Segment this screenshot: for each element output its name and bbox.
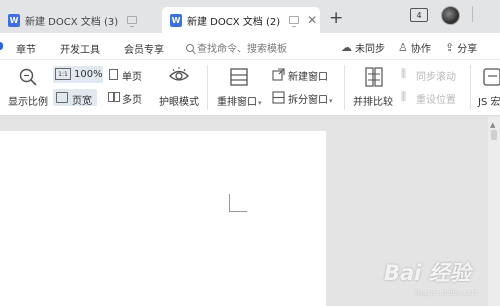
search-icon: [186, 43, 194, 52]
zoom-100-label: 100%: [74, 69, 103, 80]
tab-title: 新建 DOCX 文档 (3): [25, 16, 119, 28]
menu-item-chapter[interactable]: 章节: [16, 41, 36, 56]
margin-corner-marker: [229, 194, 247, 212]
user-icon: ♙: [398, 41, 408, 54]
scroll-up-icon[interactable]: ▲: [490, 121, 495, 129]
multi-page-label: 多页: [122, 95, 142, 106]
command-search[interactable]: 查找命令、搜索模板: [186, 40, 287, 55]
eye-icon: [169, 67, 189, 81]
docx-file-icon: W: [8, 13, 20, 27]
sync-status-label: 未同步: [355, 44, 385, 55]
reset-position-icon: ⫼: [401, 90, 407, 103]
document-page[interactable]: [0, 131, 326, 306]
sync-status-button[interactable]: ☁ 未同步: [341, 40, 385, 55]
show-scale-label: 显示比例: [8, 97, 48, 108]
sync-scroll-label: 同步滚动: [416, 72, 456, 83]
ratio-icon: 1:1: [55, 68, 71, 80]
single-page-icon: [109, 69, 118, 80]
page-width-icon: [56, 92, 68, 103]
share-icon: ⇪: [445, 41, 455, 54]
divider: [207, 65, 208, 110]
tab-title: 新建 DOCX 文档 (2): [187, 16, 281, 28]
watermark-url: jingyan.baidu.com: [414, 289, 479, 297]
js-macro-label: JS 宏: [478, 97, 500, 108]
zoom-100-button[interactable]: 1:1 100%: [53, 66, 103, 83]
menu-indicator: [0, 42, 3, 50]
magnifier-icon: [19, 68, 37, 86]
search-placeholder: 查找命令、搜索模板: [197, 44, 287, 55]
watermark: Bai 经验: [384, 261, 471, 285]
tab-document-2[interactable]: W 新建 DOCX 文档 (2) ✕: [162, 7, 320, 33]
compare-icon: [365, 67, 383, 87]
window-count-badge[interactable]: 4: [410, 8, 428, 22]
divider: [470, 65, 471, 110]
collaborate-label: 协作: [410, 44, 431, 55]
macro-icon: [483, 68, 500, 86]
single-page-label: 单页: [122, 72, 142, 83]
vertical-scrollbar[interactable]: ▲: [488, 117, 500, 306]
rearrange-window-label: 重排窗口▾: [217, 97, 262, 108]
ribbon-view: 显示比例 1:1 100% 页宽 单页 多页 护眼模式 重排窗口▾ 新建窗口 拆…: [0, 60, 500, 116]
monitor-icon: [127, 16, 138, 27]
tab-bar: W 新建 DOCX 文档 (3) W 新建 DOCX 文档 (2) ✕ + 4: [0, 0, 500, 33]
split-window-icon: [272, 91, 285, 104]
sync-scroll-icon: ⫼: [401, 67, 407, 80]
new-window-label: 新建窗口: [288, 72, 328, 83]
new-tab-button[interactable]: +: [329, 8, 343, 28]
side-by-side-label: 并排比较: [353, 97, 393, 108]
docx-file-icon: W: [170, 13, 182, 27]
avatar[interactable]: [441, 6, 460, 25]
multi-page-icon-2: [114, 92, 120, 102]
page-width-label: 页宽: [72, 96, 92, 107]
tab-document-3[interactable]: W 新建 DOCX 文档 (3): [0, 7, 160, 33]
menu-item-developer-tools[interactable]: 开发工具: [60, 41, 100, 56]
rearrange-icon: [230, 68, 248, 86]
divider: [344, 65, 345, 110]
close-icon[interactable]: ✕: [307, 13, 317, 27]
share-label: 分享: [457, 44, 478, 55]
reset-position-label: 重设位置: [416, 95, 456, 106]
menu-item-member[interactable]: 会员专享: [124, 41, 164, 56]
document-canvas: ▲ Bai 经验 jingyan.baidu.com: [0, 117, 500, 306]
split-window-label: 拆分窗口▾: [288, 95, 333, 106]
eye-mode-label: 护眼模式: [159, 97, 199, 108]
share-button[interactable]: ⇪ 分享: [445, 40, 477, 55]
menu-bar: 章节 开发工具 会员专享 查找命令、搜索模板 ☁ 未同步 ♙ 协作 ⇪ 分享: [0, 33, 500, 60]
monitor-icon: [289, 16, 300, 27]
collaborate-button[interactable]: ♙ 协作: [398, 40, 431, 55]
cloud-icon: ☁: [341, 41, 352, 54]
divider: [472, 6, 473, 22]
scroll-thumb[interactable]: [491, 130, 497, 140]
new-window-icon: [272, 68, 285, 81]
page-width-button[interactable]: 页宽: [53, 89, 97, 107]
